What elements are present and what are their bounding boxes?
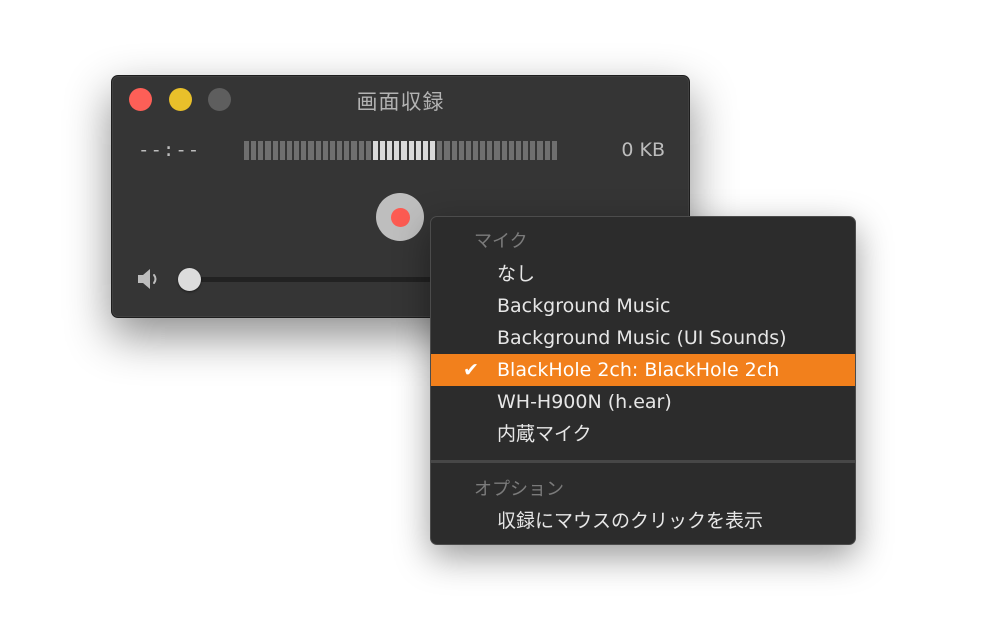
meter-segment — [365, 141, 371, 160]
menu-item-show-mouse-clicks[interactable]: 収録にマウスのクリックを表示 — [431, 505, 855, 537]
meter-segment — [322, 141, 328, 160]
menu-item-mic-wh-h900n[interactable]: WH-H900N (h.ear) — [431, 386, 855, 418]
menu-item-label: BlackHole 2ch: BlackHole 2ch — [497, 359, 780, 381]
meter-segment — [437, 141, 443, 160]
meter-segment — [523, 141, 529, 160]
meter-segment — [394, 141, 400, 160]
menu-header-microphone: マイク — [474, 231, 528, 252]
meter-segment — [265, 141, 271, 160]
meter-segment — [351, 141, 357, 160]
meter-segment — [294, 141, 300, 160]
meter-segment — [387, 141, 393, 160]
meter-segment — [329, 141, 336, 160]
record-button[interactable] — [376, 193, 424, 241]
meter-segment — [272, 141, 278, 160]
meter-segment — [408, 141, 414, 160]
meter-segment — [473, 141, 479, 160]
elapsed-time: --:-- — [138, 139, 201, 161]
meter-segment — [465, 141, 471, 160]
meter-segment — [537, 141, 543, 160]
meter-segment — [422, 141, 429, 160]
meter-segment — [451, 141, 457, 160]
menu-item-label: WH-H900N (h.ear) — [497, 391, 672, 413]
menu-header-options: オプション — [474, 479, 564, 500]
checkmark-icon: ✔ — [463, 359, 479, 381]
meter-segment — [487, 141, 493, 160]
menu-item-mic-background-music[interactable]: Background Music — [431, 290, 855, 322]
menu-item-mic-blackhole[interactable]: ✔ BlackHole 2ch: BlackHole 2ch — [431, 354, 855, 386]
meter-segment — [358, 141, 364, 160]
meter-segment — [301, 141, 307, 160]
meter-segment — [379, 141, 386, 160]
meter-segment — [258, 141, 264, 160]
meter-segment — [430, 141, 436, 160]
menu-item-mic-builtin[interactable]: 内蔵マイク — [431, 418, 855, 450]
menu-item-mic-background-music-ui-sounds[interactable]: Background Music (UI Sounds) — [431, 322, 855, 354]
meter-segment — [337, 141, 343, 160]
menu-item-label: なし — [497, 263, 536, 285]
title-bar[interactable]: 画面収録 — [112, 76, 689, 122]
volume-slider-track[interactable] — [190, 277, 450, 282]
meter-segment — [315, 141, 321, 160]
meter-segment — [551, 141, 557, 160]
file-size: 0 KB — [621, 139, 665, 161]
meter-segment — [372, 141, 378, 160]
volume-slider-knob[interactable] — [178, 268, 201, 291]
meter-segment — [530, 141, 536, 160]
meter-segment — [444, 141, 450, 160]
meter-segment — [458, 141, 464, 160]
menu-item-label: Background Music — [497, 295, 671, 317]
menu-item-mic-none[interactable]: なし — [431, 258, 855, 290]
meter-segment — [279, 141, 285, 160]
menu-separator — [431, 460, 855, 463]
record-icon — [390, 207, 410, 227]
meter-segment — [480, 141, 486, 160]
speaker-icon — [138, 269, 157, 289]
meter-segment — [251, 141, 257, 160]
meter-segment — [415, 141, 421, 160]
meter-segment — [501, 141, 507, 160]
menu-item-label: Background Music (UI Sounds) — [497, 327, 787, 349]
meter-segment — [244, 141, 250, 160]
window-title: 画面収録 — [356, 90, 445, 114]
menu-item-label: 内蔵マイク — [497, 423, 592, 445]
options-menu: マイク なし Background Music Background Music… — [430, 216, 856, 545]
meter-segment — [308, 141, 314, 160]
meter-segment — [344, 141, 350, 160]
audio-level-meter — [244, 141, 557, 160]
meter-segment — [515, 141, 522, 160]
meter-segment — [494, 141, 500, 160]
meter-segment — [286, 141, 293, 160]
meter-segment — [544, 141, 550, 160]
meter-segment — [508, 141, 514, 160]
menu-item-label: 収録にマウスのクリックを表示 — [497, 510, 764, 532]
meter-segment — [401, 141, 407, 160]
